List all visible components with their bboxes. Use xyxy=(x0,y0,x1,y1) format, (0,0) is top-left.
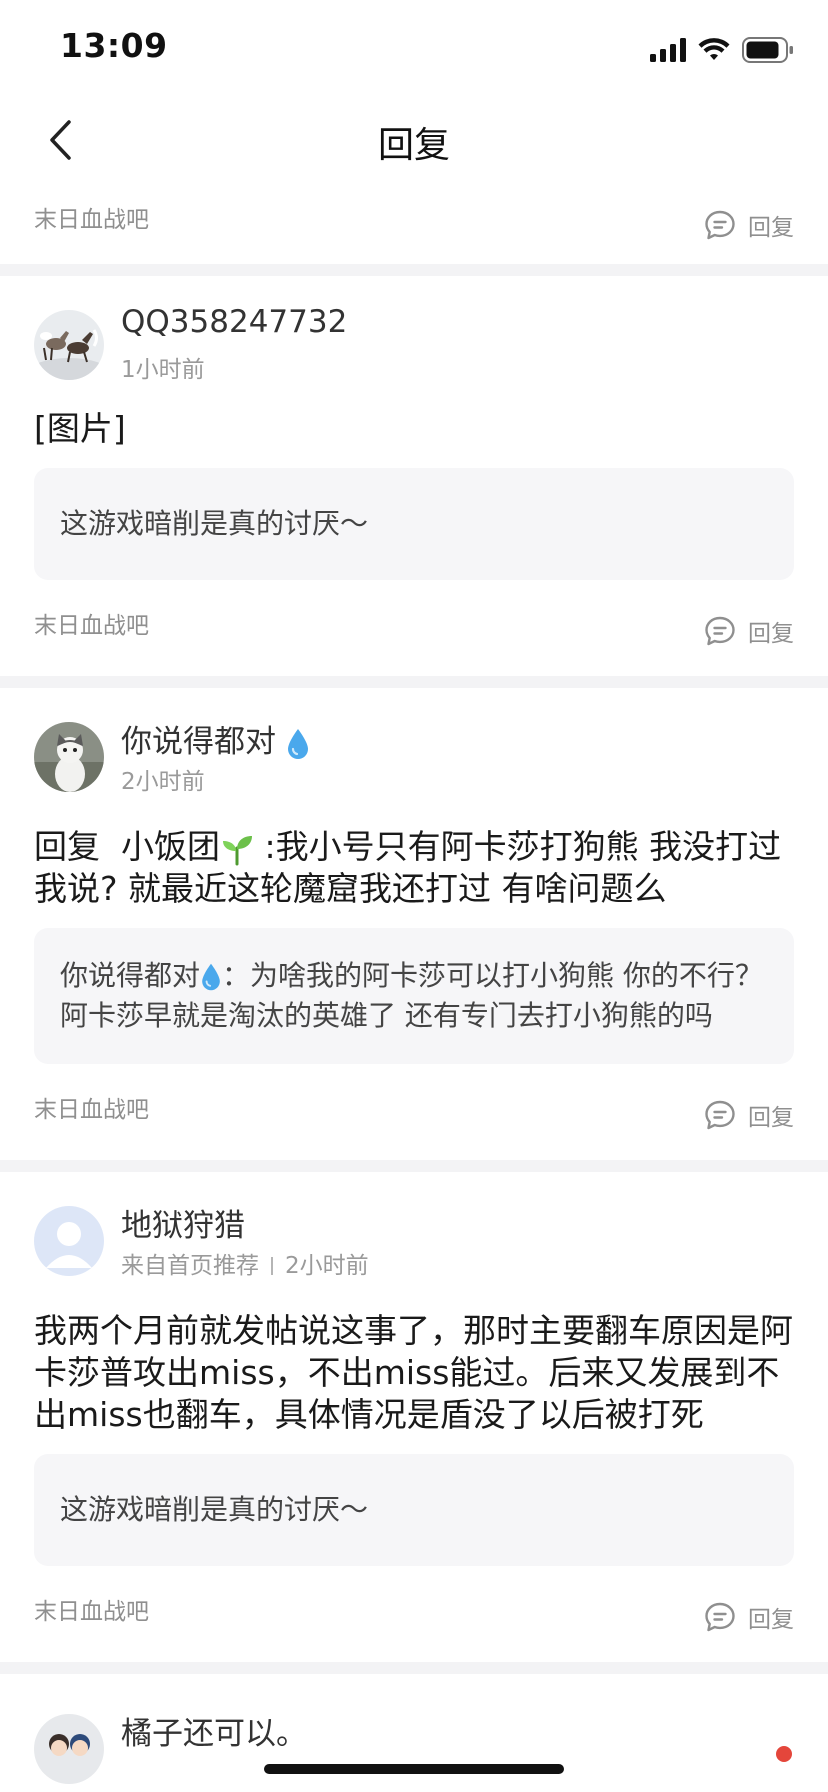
post-time: 2小时前 xyxy=(121,769,205,795)
post-meta: 来自首页推荐 2小时前 xyxy=(121,1246,369,1280)
quoted-post[interactable]: 这游戏暗削是真的讨厌～ xyxy=(34,1454,794,1566)
reply-to-user[interactable]: 小饭团 xyxy=(111,827,255,866)
avatar-cat-image xyxy=(34,722,104,792)
comment-icon xyxy=(705,1602,735,1632)
water-drop-emoji-icon xyxy=(287,728,308,759)
comment-icon xyxy=(705,1100,735,1130)
comment-icon xyxy=(705,210,735,240)
author-name[interactable]: QQ358247732 xyxy=(121,304,347,340)
avatar[interactable] xyxy=(34,722,104,792)
card-footer: 末日血战吧 回复 xyxy=(0,580,828,676)
reply-button[interactable]: 回复 xyxy=(704,1098,794,1132)
card-separator xyxy=(0,676,828,688)
quoted-text: 这游戏暗削是真的讨厌～ xyxy=(60,1493,369,1526)
reply-body[interactable]: 回复 小饭团 :我小号只有阿卡莎打狗熊 我没打过我说? 就最近这轮魔窟我还打过 … xyxy=(34,826,794,910)
reply-card[interactable]: 你说得都对 2小时前 回复 小饭团 :我小号只有阿卡莎打狗熊 我没打过我说? 就… xyxy=(0,688,828,1160)
reply-card[interactable]: QQ358247732 1小时前 [图片] 这游戏暗削是真的讨厌～ 末日血战吧 … xyxy=(0,276,828,676)
post-time: 1小时前 xyxy=(121,357,205,383)
author-name[interactable]: 你说得都对 xyxy=(121,716,310,761)
reply-body[interactable]: [图片] xyxy=(34,408,794,450)
forum-name[interactable]: 末日血战吧 xyxy=(34,1592,149,1626)
author-row: 地狱狩猎 来自首页推荐 2小时前 xyxy=(34,1200,828,1280)
water-drop-emoji-icon xyxy=(202,963,220,991)
quoted-author[interactable]: 你说得都对 xyxy=(60,959,200,992)
card-separator xyxy=(0,264,828,276)
page-title: 回复 xyxy=(377,125,450,166)
reply-body[interactable]: 我两个月前就发帖说这事了，那时主要翻车原因是阿卡莎普攻出miss，不出miss能… xyxy=(34,1310,794,1436)
home-indicator[interactable] xyxy=(264,1764,564,1774)
author-row: QQ358247732 1小时前 xyxy=(34,304,828,384)
reply-label: 回复 xyxy=(748,1105,794,1131)
author-row: 你说得都对 2小时前 xyxy=(34,716,828,796)
reply-feed: 末日血战吧 回复 QQ358247732 1小时前 [图片] 这游戏暗削是真的讨… xyxy=(0,184,828,1784)
author-name-text: 你说得都对 xyxy=(121,724,276,760)
wifi-icon xyxy=(698,38,730,60)
nav-bar: 回复 xyxy=(0,96,828,184)
author-name[interactable]: 橘子还可以。 xyxy=(121,1708,307,1753)
comment-icon xyxy=(705,616,735,646)
quoted-post[interactable]: 你说得都对 ：为啥我的阿卡莎可以打小狗熊 你的不行？ 阿卡莎早就是淘汰的英雄了 … xyxy=(34,928,794,1064)
card-separator xyxy=(0,1160,828,1172)
reply-label: 回复 xyxy=(748,1607,794,1633)
card-footer: 末日血战吧 回复 xyxy=(0,1566,828,1662)
reply-card[interactable]: 橘子还可以。 xyxy=(0,1674,828,1784)
reply-prefix: 回复 xyxy=(34,827,100,866)
quoted-post[interactable]: 这游戏暗削是真的讨厌～ xyxy=(34,468,794,580)
card-footer: 末日血战吧 回复 xyxy=(0,1064,828,1160)
reply-label: 回复 xyxy=(748,215,794,241)
post-time: 2小时前 xyxy=(285,1253,369,1279)
reply-to-name: 小饭团 xyxy=(121,827,220,866)
forum-name[interactable]: 末日血战吧 xyxy=(34,1090,149,1124)
reply-button[interactable]: 回复 xyxy=(704,614,794,648)
cellular-signal-icon xyxy=(650,38,686,62)
seedling-emoji-icon xyxy=(223,835,252,865)
reply-card[interactable]: 末日血战吧 回复 xyxy=(0,184,828,264)
author-name[interactable]: 地狱狩猎 xyxy=(121,1200,245,1245)
avatar[interactable] xyxy=(34,1714,104,1784)
post-source: 来自首页推荐 xyxy=(121,1253,259,1279)
status-icons xyxy=(650,36,794,64)
default-avatar-icon xyxy=(34,1206,104,1276)
status-time: 13:09 xyxy=(60,26,168,65)
quoted-text: 这游戏暗削是真的讨厌～ xyxy=(60,507,369,540)
status-bar: 13:09 xyxy=(0,0,828,96)
card-separator xyxy=(0,1662,828,1674)
reply-button[interactable]: 回复 xyxy=(704,208,794,242)
reply-card[interactable]: 地狱狩猎 来自首页推荐 2小时前 我两个月前就发帖说这事了，那时主要翻车原因是阿卡… xyxy=(0,1172,828,1662)
forum-name[interactable]: 末日血战吧 xyxy=(34,606,149,640)
avatar[interactable] xyxy=(34,1206,104,1276)
avatar[interactable] xyxy=(34,310,104,380)
meta-divider xyxy=(271,1257,273,1275)
forum-name[interactable]: 末日血战吧 xyxy=(34,200,149,234)
avatar-horses-image xyxy=(34,310,104,380)
avatar-cartoon-image xyxy=(34,1714,104,1784)
reply-button[interactable]: 回复 xyxy=(704,1600,794,1634)
notification-dot xyxy=(776,1746,792,1762)
reply-label: 回复 xyxy=(748,621,794,647)
author-row: 橘子还可以。 xyxy=(34,1708,828,1788)
battery-icon xyxy=(742,37,793,63)
